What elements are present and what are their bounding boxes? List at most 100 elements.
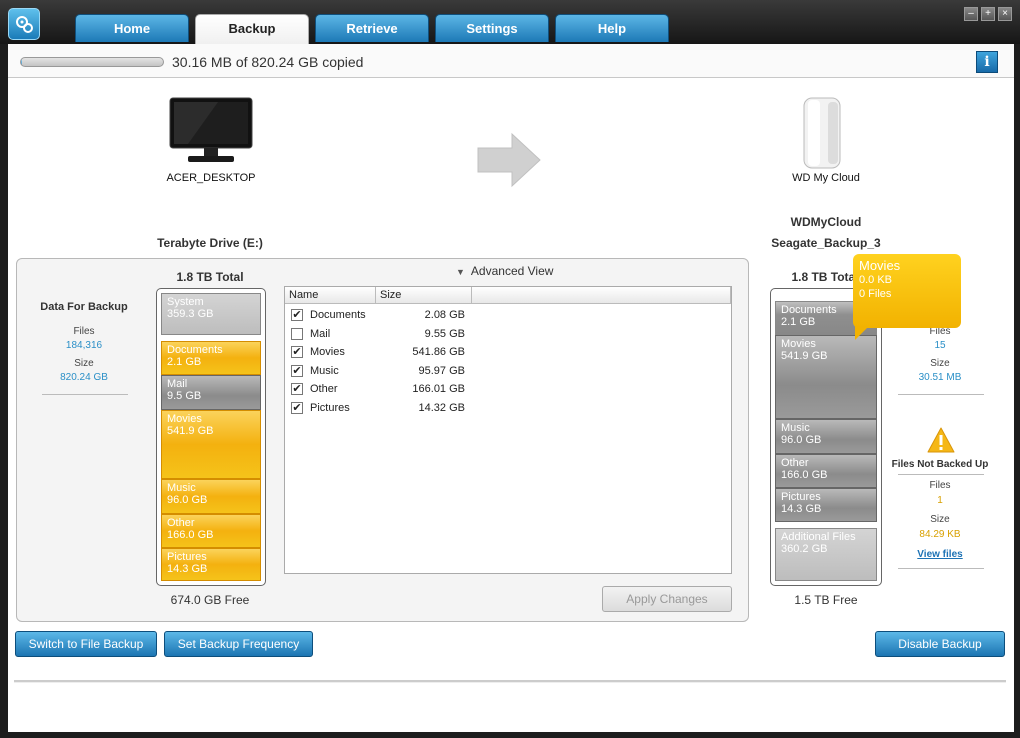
- not-backed-size-value: 84.29 KB: [919, 529, 961, 540]
- dest-device-label: WD My Cloud: [792, 172, 860, 184]
- progress-fill: [21, 58, 22, 66]
- source-seg-movies[interactable]: Movies 541.9 GB: [161, 410, 261, 479]
- files-count: 184,316: [65, 340, 103, 351]
- files-label: Files: [73, 326, 95, 337]
- arrow-right-icon: [477, 132, 541, 188]
- row-name: Mail: [310, 327, 331, 340]
- row-size: 166.01 GB: [412, 383, 465, 396]
- row-name: Movies: [310, 346, 345, 359]
- title-bar: Home Backup Retrieve Settings Help – + ×: [0, 0, 1020, 44]
- triangle-down-icon: ▼: [456, 267, 465, 277]
- warning-icon: [927, 427, 955, 453]
- minimize-icon[interactable]: –: [964, 7, 978, 21]
- dest-seg-other[interactable]: Other 166.0 GB: [775, 454, 877, 488]
- movies-tooltip: Movies 0.0 KB 0 Files: [853, 254, 961, 328]
- dest-free: 1.5 TB Free: [794, 593, 858, 607]
- table-row[interactable]: ✔ Music 95.97 GB: [285, 363, 475, 381]
- dest-name: WDMyCloud: [790, 215, 862, 229]
- view-files-link[interactable]: View files: [900, 549, 980, 560]
- tab-help[interactable]: Help: [555, 14, 669, 42]
- row-checkbox[interactable]: [291, 327, 303, 340]
- backed-files-count: 15: [934, 340, 946, 351]
- table-row[interactable]: ✔ Documents 2.08 GB: [285, 307, 475, 325]
- dest-seg-movies[interactable]: Movies 541.9 GB: [775, 335, 877, 419]
- size-label: Size: [74, 358, 94, 369]
- not-backed-files-label: Files: [929, 480, 951, 491]
- advanced-view-toggle[interactable]: ▼ Advanced View: [456, 264, 553, 278]
- row-size: 14.32 GB: [418, 402, 465, 414]
- source-seg-pictures[interactable]: Pictures 14.3 GB: [161, 548, 261, 581]
- dest-seg-pictures[interactable]: Pictures 14.3 GB: [775, 488, 877, 522]
- source-capacity-bar: System 359.3 GB Documents 2.1 GB Mail 9.5 G…: [156, 288, 266, 586]
- source-drive-label: Terabyte Drive (E:): [157, 236, 263, 250]
- table-row[interactable]: ✔ Pictures 14.32 GB: [285, 400, 475, 418]
- dest-seg-music[interactable]: Music 96.0 GB: [775, 419, 877, 454]
- divider: [898, 474, 984, 475]
- size-value: 820.24 GB: [60, 372, 108, 383]
- apply-changes-button[interactable]: Apply Changes: [602, 586, 732, 612]
- set-backup-frequency-button[interactable]: Set Backup Frequency: [164, 631, 313, 657]
- table-row[interactable]: Mail 9.55 GB: [285, 326, 475, 344]
- tooltip-title: Movies: [859, 258, 901, 273]
- divider: [42, 394, 128, 395]
- row-checkbox[interactable]: ✔: [291, 402, 303, 414]
- tooltip-size: 0.0 KB: [859, 274, 893, 286]
- footer-divider: [14, 680, 1006, 683]
- row-size: 95.97 GB: [418, 364, 465, 377]
- data-for-backup-title: Data For Backup: [40, 301, 128, 313]
- row-name: Other: [310, 383, 338, 396]
- row-name: Music: [310, 364, 339, 377]
- col-header-empty: [472, 287, 731, 304]
- backed-size-value: 30.51 MB: [918, 372, 962, 383]
- dest-share: Seagate_Backup_3: [771, 236, 881, 250]
- dest-seg-additional[interactable]: Additional Files 360.2 GB: [775, 528, 877, 581]
- tooltip-pointer: [855, 326, 869, 340]
- source-free: 674.0 GB Free: [170, 593, 250, 607]
- not-backed-up-title: Files Not Backed Up: [891, 459, 989, 470]
- source-device-label: ACER_DESKTOP: [166, 172, 256, 184]
- source-seg-mail[interactable]: Mail 9.5 GB: [161, 375, 261, 410]
- backup-page: 30.16 MB of 820.24 GB copied i ACER_DESK…: [8, 44, 1014, 732]
- source-total: 1.8 TB Total: [176, 270, 244, 284]
- source-seg-documents[interactable]: Documents 2.1 GB: [161, 341, 261, 375]
- row-checkbox[interactable]: ✔: [291, 364, 303, 377]
- table-row[interactable]: ✔ Other 166.01 GB: [285, 381, 475, 399]
- row-name: Documents: [310, 309, 366, 321]
- tab-home[interactable]: Home: [75, 14, 189, 42]
- col-header-size[interactable]: Size: [376, 287, 472, 304]
- row-name: Pictures: [310, 402, 350, 414]
- row-checkbox[interactable]: ✔: [291, 309, 303, 321]
- monitor-icon: [169, 97, 253, 162]
- wd-cloud-device-icon: [803, 97, 841, 169]
- progress-text: 30.16 MB of 820.24 GB copied: [172, 54, 364, 70]
- table-row[interactable]: ✔ Movies 541.86 GB: [285, 344, 475, 362]
- divider: [898, 568, 984, 569]
- source-seg-other[interactable]: Other 166.0 GB: [161, 514, 261, 548]
- row-size: 9.55 GB: [424, 327, 465, 340]
- progress-area: 30.16 MB of 820.24 GB copied i: [8, 44, 1014, 78]
- maximize-icon[interactable]: +: [981, 7, 995, 21]
- close-icon[interactable]: ×: [998, 7, 1012, 21]
- backup-progress-bar: [20, 57, 164, 67]
- row-size: 2.08 GB: [424, 309, 465, 321]
- row-size: 541.86 GB: [412, 346, 465, 359]
- row-checkbox[interactable]: ✔: [291, 346, 303, 359]
- backed-size-label: Size: [930, 358, 950, 369]
- advanced-view-label: Advanced View: [470, 264, 554, 278]
- disable-backup-button[interactable]: Disable Backup: [875, 631, 1005, 657]
- tab-retrieve[interactable]: Retrieve: [315, 14, 429, 42]
- not-backed-files-count: 1: [937, 495, 943, 506]
- source-seg-system[interactable]: System 359.3 GB: [161, 293, 261, 335]
- row-checkbox[interactable]: ✔: [291, 383, 303, 396]
- tab-backup[interactable]: Backup: [195, 14, 309, 44]
- col-header-name[interactable]: Name: [285, 287, 376, 304]
- not-backed-size-label: Size: [930, 514, 950, 525]
- category-table: Name Size ✔ Documents 2.08 GB Mail 9.55 GB ✔ M…: [284, 286, 732, 574]
- tooltip-files: 0 Files: [859, 288, 892, 300]
- tab-settings[interactable]: Settings: [435, 14, 549, 42]
- app-logo-icon: [8, 8, 40, 40]
- switch-to-file-backup-button[interactable]: Switch to File Backup: [15, 631, 157, 657]
- divider: [898, 394, 984, 395]
- source-seg-music[interactable]: Music 96.0 GB: [161, 479, 261, 514]
- info-button[interactable]: i: [976, 51, 998, 73]
